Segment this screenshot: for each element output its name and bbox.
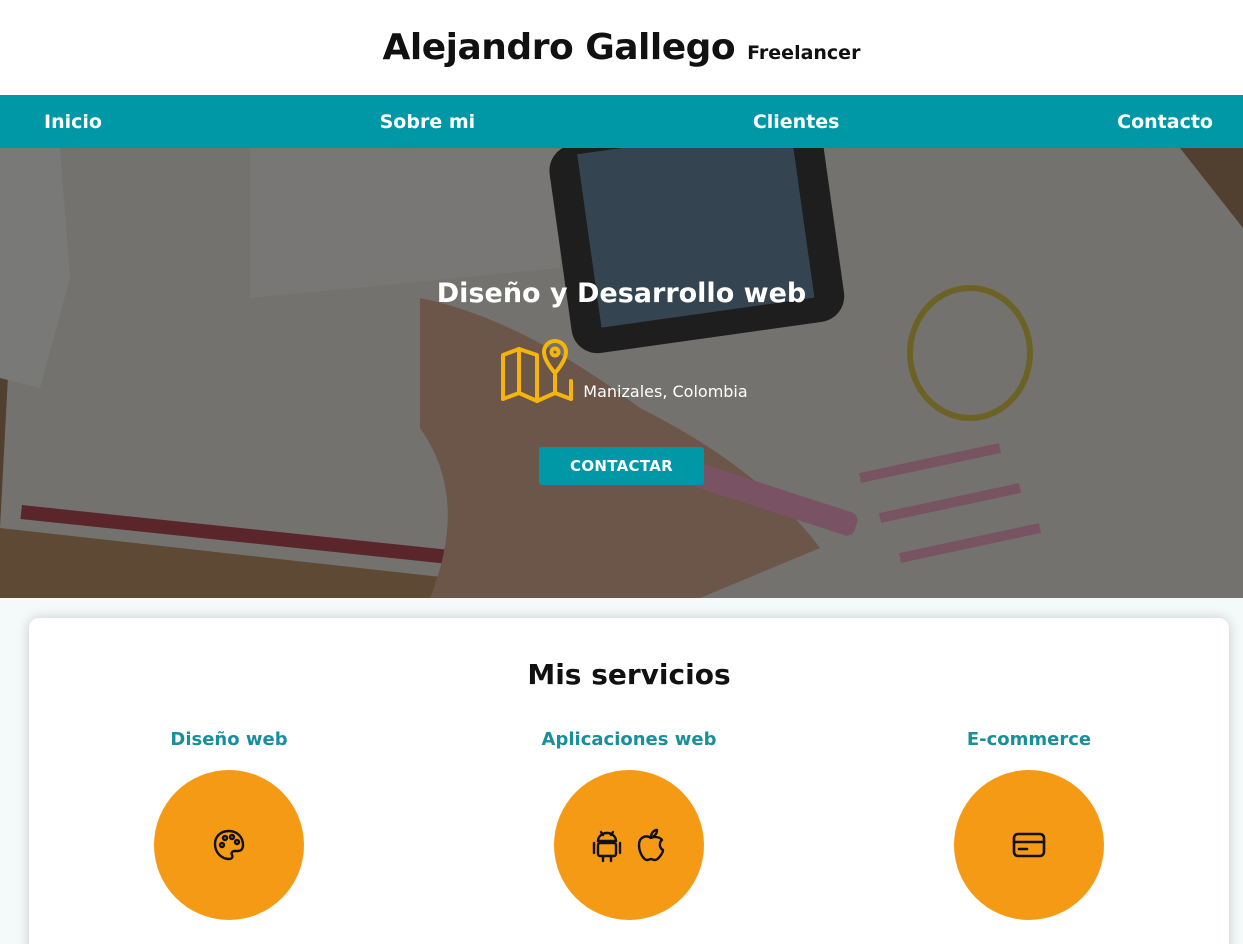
service-name: Diseño web	[170, 729, 288, 750]
service-icon-circle	[954, 770, 1104, 920]
nav-item-inicio[interactable]: Inicio	[44, 111, 102, 133]
hero-content: Diseño y Desarrollo web Manizales, Colom…	[0, 148, 1243, 598]
apple-icon	[637, 828, 665, 862]
service-icon-circle	[554, 770, 704, 920]
contact-button[interactable]: CONTACTAR	[539, 447, 704, 485]
brand-name: Alejandro Gallego	[382, 27, 736, 68]
services-grid: Diseño web Aplicaciones web E-commerce	[29, 729, 1229, 920]
service-item: Aplicaciones web	[429, 729, 829, 920]
hero-title: Diseño y Desarrollo web	[436, 278, 807, 309]
palette-icon	[213, 829, 245, 861]
brand-role: Freelancer	[747, 42, 861, 64]
brand: Alejandro Gallego Freelancer	[383, 27, 861, 68]
hero-section: Diseño y Desarrollo web Manizales, Colom…	[0, 148, 1243, 598]
service-name: Aplicaciones web	[541, 729, 717, 750]
service-name: E-commerce	[966, 729, 1092, 750]
services-section: Mis servicios Diseño web Aplicaciones we…	[0, 598, 1243, 944]
location-text: Manizales, Colombia	[583, 382, 748, 401]
nav-item-sobre-mi[interactable]: Sobre mi	[380, 111, 476, 133]
nav-item-clientes[interactable]: Clientes	[753, 111, 840, 133]
service-item: Diseño web	[29, 729, 429, 920]
services-card: Mis servicios Diseño web Aplicaciones we…	[29, 618, 1229, 944]
services-title: Mis servicios	[527, 658, 731, 691]
map-pin-icon	[501, 339, 574, 403]
site-header: Alejandro Gallego Freelancer	[0, 0, 1243, 95]
android-icon	[592, 830, 622, 863]
location: Manizales, Colombia	[499, 335, 748, 407]
service-item: E-commerce	[829, 729, 1229, 920]
nav-item-contacto[interactable]: Contacto	[1117, 111, 1213, 133]
main-nav: Inicio Sobre mi Clientes Contacto	[0, 95, 1243, 148]
service-icon-circle	[154, 770, 304, 920]
credit-card-icon	[1012, 832, 1046, 858]
